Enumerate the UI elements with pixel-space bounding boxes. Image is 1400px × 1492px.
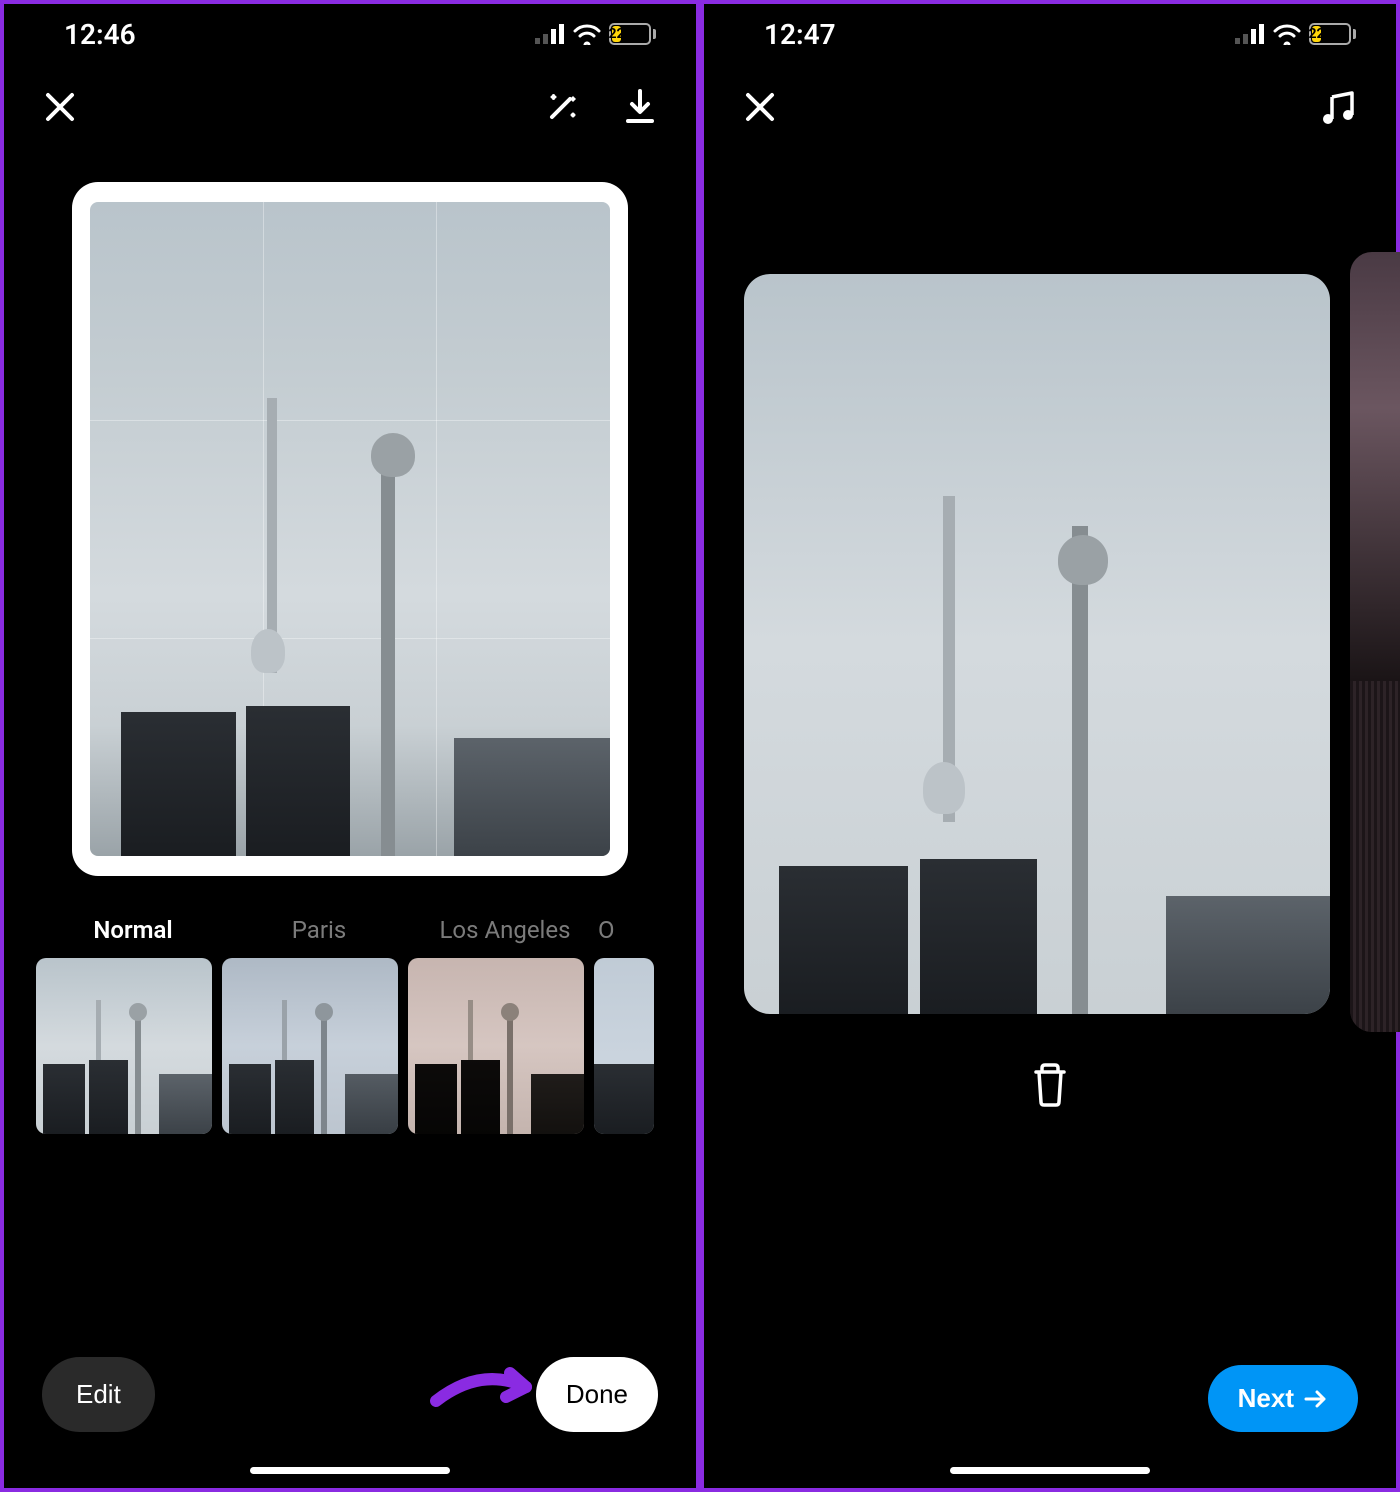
close-icon: [42, 89, 78, 125]
filter-thumb-los-angeles[interactable]: [408, 958, 584, 1134]
filter-label-los-angeles[interactable]: Los Angeles: [412, 916, 598, 944]
close-button[interactable]: [742, 89, 778, 129]
wifi-icon: [573, 23, 601, 45]
done-button[interactable]: Done: [536, 1357, 658, 1432]
screen-post-carousel: 12:47 22: [700, 0, 1400, 1492]
cellular-icon: [1235, 24, 1265, 44]
filter-thumb-paris[interactable]: [222, 958, 398, 1134]
status-bar: 12:47 22: [704, 4, 1396, 64]
arrow-right-icon: [1304, 1389, 1328, 1409]
status-indicators: 22: [535, 23, 656, 45]
editor-bottom-bar: Edit Done: [4, 1357, 696, 1432]
filter-thumbnails-row[interactable]: [4, 952, 696, 1134]
cellular-icon: [535, 24, 565, 44]
close-icon: [742, 89, 778, 125]
battery-indicator: 22: [1309, 23, 1356, 45]
editor-topnav: [4, 64, 696, 154]
status-indicators: 22: [1235, 23, 1356, 45]
edit-button[interactable]: Edit: [42, 1357, 155, 1432]
status-time: 12:46: [64, 18, 136, 51]
trash-icon: [1028, 1060, 1072, 1108]
download-button[interactable]: [622, 87, 658, 131]
status-time: 12:47: [764, 18, 836, 51]
home-indicator[interactable]: [250, 1467, 450, 1474]
close-button[interactable]: [42, 89, 78, 129]
delete-button[interactable]: [1028, 1060, 1072, 1112]
carousel-photo-next-peek[interactable]: [1350, 252, 1400, 1032]
music-icon: [1318, 87, 1358, 127]
next-button[interactable]: Next: [1208, 1365, 1358, 1432]
screen-filter-editor: 12:46 22: [0, 0, 700, 1492]
filter-label-normal[interactable]: Normal: [40, 916, 226, 944]
carousel-photo-main[interactable]: [744, 274, 1330, 1014]
battery-indicator: 22: [609, 23, 656, 45]
filter-thumb-normal[interactable]: [36, 958, 212, 1134]
battery-percent: 22: [1312, 26, 1321, 42]
status-bar: 12:46 22: [4, 4, 696, 64]
magic-wand-button[interactable]: [542, 87, 582, 131]
post-bottom-bar: Next: [704, 1365, 1396, 1432]
filter-label-peek[interactable]: O: [598, 916, 638, 944]
filter-thumb-peek[interactable]: [594, 958, 654, 1134]
magic-wand-icon: [542, 87, 582, 127]
photo-carousel[interactable]: [744, 252, 1396, 1022]
wifi-icon: [1273, 23, 1301, 45]
post-topnav: [704, 64, 1396, 154]
photo-preview-frame: [72, 182, 628, 876]
home-indicator[interactable]: [950, 1467, 1150, 1474]
delete-photo-row: [704, 1060, 1396, 1112]
music-button[interactable]: [1318, 87, 1358, 131]
download-icon: [622, 87, 658, 127]
filter-label-paris[interactable]: Paris: [226, 916, 412, 944]
photo-preview[interactable]: [90, 202, 610, 856]
battery-percent: 22: [612, 26, 621, 42]
next-button-label: Next: [1238, 1383, 1294, 1414]
filter-labels-row: Normal Paris Los Angeles O: [4, 876, 696, 952]
